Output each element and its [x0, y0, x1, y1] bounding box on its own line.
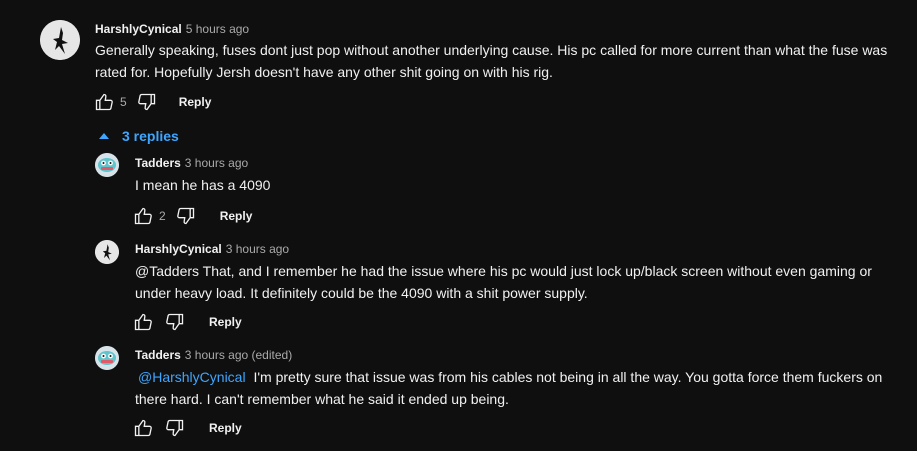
reply-author[interactable]: Tadders: [135, 156, 181, 170]
caret-up-icon: [99, 133, 109, 139]
dislike-icon[interactable]: [163, 310, 187, 334]
like-icon[interactable]: [131, 416, 155, 440]
like-icon[interactable]: [131, 310, 155, 334]
reply-button[interactable]: Reply: [209, 421, 242, 435]
like-count: 2: [159, 209, 166, 223]
dislike-icon[interactable]: [174, 204, 198, 228]
mention-link[interactable]: @HarshlyCynical: [138, 369, 246, 385]
like-icon[interactable]: [92, 90, 116, 114]
reply-button[interactable]: Reply: [209, 315, 242, 329]
reply-text: @HarshlyCynical I'm pretty sure that iss…: [135, 366, 895, 410]
reply-author[interactable]: HarshlyCynical: [135, 242, 222, 256]
reply-button[interactable]: Reply: [179, 95, 212, 109]
reply-actions: Reply: [131, 310, 242, 334]
reply-actions: 2 Reply: [131, 204, 252, 228]
reply-author[interactable]: Tadders: [135, 348, 181, 362]
reply-text: I mean he has a 4090: [135, 177, 271, 193]
avatar-glyph-icon: [95, 346, 119, 370]
reply-text-body: I'm pretty sure that issue was from his …: [135, 369, 883, 407]
avatar[interactable]: [40, 20, 80, 60]
dislike-icon[interactable]: [135, 90, 159, 114]
comment-author[interactable]: HarshlyCynical: [95, 22, 182, 36]
avatar-glyph-icon: [95, 240, 119, 264]
like-icon[interactable]: [131, 204, 155, 228]
reply-button[interactable]: Reply: [220, 209, 253, 223]
reply-time[interactable]: 3 hours ago: [185, 156, 248, 170]
avatar[interactable]: [95, 153, 119, 177]
dislike-icon[interactable]: [163, 416, 187, 440]
reply-time[interactable]: 3 hours ago (edited): [185, 348, 292, 362]
replies-toggle[interactable]: 3 replies: [98, 126, 179, 146]
comment-time[interactable]: 5 hours ago: [186, 22, 249, 36]
avatar-glyph-icon: [95, 153, 119, 177]
reply-text: @Tadders That, and I remember he had the…: [135, 263, 872, 301]
like-count: 5: [120, 95, 127, 109]
avatar-glyph-icon: [40, 20, 80, 60]
replies-toggle-label: 3 replies: [122, 128, 179, 144]
avatar[interactable]: [95, 346, 119, 370]
avatar[interactable]: [95, 240, 119, 264]
reply-actions: Reply: [131, 416, 242, 440]
reply-time[interactable]: 3 hours ago: [226, 242, 289, 256]
comment-text: Generally speaking, fuses dont just pop …: [95, 42, 888, 80]
comment-actions: 5 Reply: [92, 90, 211, 114]
